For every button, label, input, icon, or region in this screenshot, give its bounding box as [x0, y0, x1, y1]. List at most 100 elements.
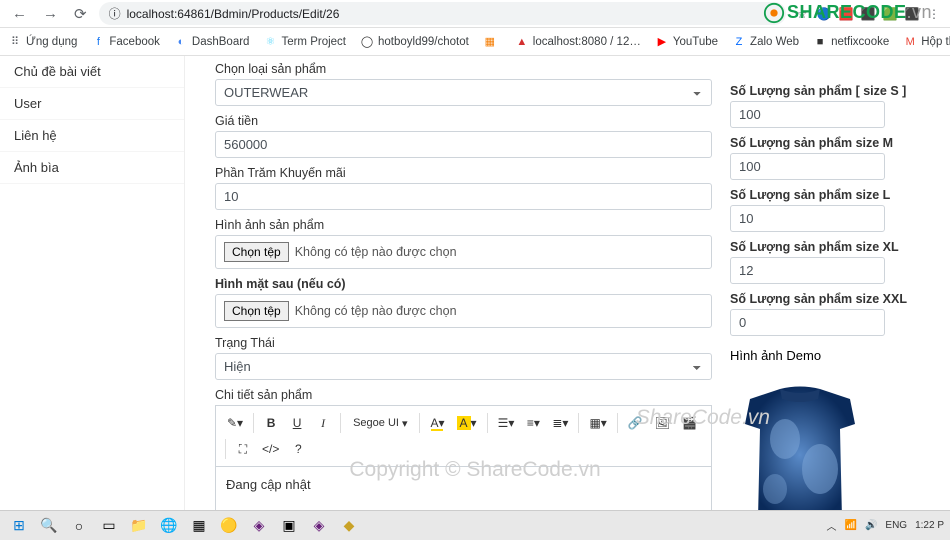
edge-icon[interactable]: 🌐 [156, 513, 182, 539]
bookmark-item[interactable]: M Hộp thư đến (37) -… [903, 35, 950, 49]
watermark-text: ShareCode.vn [636, 406, 770, 430]
sidebar-item[interactable]: Chủ đề bài viết [0, 56, 184, 88]
file-status: Không có tệp nào được chọn [295, 304, 457, 318]
font-select[interactable]: Segoe UI▾ [346, 411, 414, 435]
font-color-button[interactable]: A ▾ [425, 411, 449, 435]
address-bar[interactable]: ⓘ localhost:64861/Bdmin/Products/Edit/26 [99, 2, 786, 25]
bookmark-item[interactable]: ▦ [483, 35, 501, 49]
table-icon[interactable]: ▦▾ [584, 411, 611, 435]
bookmark-label: localhost:8080 / 12… [533, 36, 641, 48]
bold-button[interactable]: B [259, 411, 283, 435]
choose-file-button[interactable]: Chọn tệp [224, 242, 289, 262]
bookmarks-bar: ⠿ Ứng dụng f Facebook ◐ DashBoard ⚛Term Projec… [0, 28, 950, 56]
sidebar-item[interactable]: Ảnh bìa [0, 152, 184, 184]
system-tray[interactable]: ︿ 📶 🔊 ENG 1:22 P [827, 518, 945, 533]
type-select[interactable]: OUTERWEAR [215, 79, 712, 106]
bookmark-icon: M [903, 35, 917, 49]
explorer-icon[interactable]: 📁 [126, 513, 152, 539]
bookmark-item[interactable]: ◯ hotboyld99/chotot [360, 35, 469, 49]
bookmark-icon: f [91, 35, 105, 49]
size-xl-input[interactable] [730, 257, 885, 284]
price-input[interactable] [215, 131, 712, 158]
size-m-input[interactable] [730, 153, 885, 180]
bookmark-icon: ◯ [360, 35, 374, 49]
image-label: Hình ảnh sản phẩm [215, 218, 712, 232]
italic-button[interactable]: I [311, 411, 335, 435]
code-icon[interactable]: </> [257, 437, 284, 461]
detail-label: Chi tiết sản phẩm [215, 388, 712, 402]
app-icon[interactable]: ▣ [276, 513, 302, 539]
clock[interactable]: 1:22 P [915, 520, 944, 531]
forward-button[interactable]: → [39, 5, 62, 22]
app-icon[interactable]: ◆ [336, 513, 362, 539]
bookmark-label: Facebook [109, 36, 160, 48]
list-ol-icon[interactable]: ≡▾ [521, 411, 545, 435]
back-button[interactable]: ← [8, 5, 31, 22]
info-icon: ⓘ [109, 5, 121, 22]
size-l-label: Số Lượng sản phẩm size L [730, 188, 930, 202]
copyright-text: Copyright © ShareCode.vn [349, 458, 600, 482]
demo-image [730, 369, 870, 529]
bookmark-item[interactable]: ▲ localhost:8080 / 12… [515, 35, 641, 49]
size-s-label: Số Lượng sản phẩm [ size S ] [730, 84, 930, 98]
bookmark-icon: ▦ [483, 35, 497, 49]
bookmark-icon: ◐ [174, 35, 188, 49]
bookmark-item[interactable]: ▶YouTube [655, 35, 718, 49]
app-icon[interactable]: ▦ [186, 513, 212, 539]
align-icon[interactable]: ≣▾ [547, 411, 573, 435]
bookmark-label: netfixcooke [831, 36, 889, 48]
underline-button[interactable]: U [285, 411, 309, 435]
search-icon[interactable]: 🔍 [36, 513, 62, 539]
start-button[interactable]: ⊞ [6, 513, 32, 539]
size-s-input[interactable] [730, 101, 885, 128]
bookmark-label: Ứng dụng [26, 36, 77, 48]
chrome-icon[interactable]: 🟡 [216, 513, 242, 539]
price-label: Giá tiền [215, 114, 712, 128]
bookmark-label: Hộp thư đến (37) -… [921, 36, 950, 48]
bookmark-icon: ⠿ [8, 35, 22, 49]
bookmark-item[interactable]: ■ netfixcooke [813, 35, 889, 49]
volume-icon[interactable]: 🔊 [865, 520, 877, 531]
choose-file-button[interactable]: Chọn tệp [224, 301, 289, 321]
bookmark-label: Term Project [281, 36, 346, 48]
discount-input[interactable] [215, 183, 712, 210]
taskview-icon[interactable]: ▭ [96, 513, 122, 539]
tray-chevron-icon[interactable]: ︿ [827, 518, 837, 533]
list-ul-icon[interactable]: ☰▾ [493, 411, 520, 435]
size-l-input[interactable] [730, 205, 885, 232]
bookmark-item[interactable]: ⠿ Ứng dụng [8, 35, 77, 49]
image-back-label: Hình mặt sau (nếu có) [215, 277, 712, 291]
lang-indicator[interactable]: ENG [885, 520, 907, 531]
page-body: Chủ đề bài viếtUserLiên hệẢnh bìa Chọn l… [0, 56, 950, 510]
bookmark-label: DashBoard [192, 36, 250, 48]
status-select[interactable]: Hiện [215, 353, 712, 380]
fullscreen-icon[interactable]: ⛶ [231, 437, 255, 461]
bookmark-item[interactable]: ⚛Term Project [263, 35, 346, 49]
url-text: localhost:64861/Bdmin/Products/Edit/26 [127, 7, 340, 21]
vs-icon[interactable]: ◈ [246, 513, 272, 539]
cortana-icon[interactable]: ○ [66, 513, 92, 539]
stock-panel: Số Lượng sản phẩm [ size S ] Số Lượng sả… [730, 56, 950, 510]
vs-icon[interactable]: ◈ [306, 513, 332, 539]
bookmark-item[interactable]: Z Zalo Web [732, 35, 799, 49]
sidebar: Chủ đề bài viếtUserLiên hệẢnh bìa [0, 56, 185, 510]
bookmark-icon: ▲ [515, 35, 529, 49]
demo-label: Hình ảnh Demo [730, 348, 930, 363]
bookmark-item[interactable]: f Facebook [91, 35, 160, 49]
format-icon[interactable]: ✎▾ [222, 411, 248, 435]
sidebar-item[interactable]: Liên hệ [0, 120, 184, 152]
bookmark-label: YouTube [673, 36, 718, 48]
bookmark-label: Zalo Web [750, 36, 799, 48]
size-xxl-input[interactable] [730, 309, 885, 336]
wifi-icon[interactable]: 📶 [845, 520, 857, 531]
image-file-row: Chọn tệp Không có tệp nào được chọn [215, 235, 712, 269]
bookmark-icon: ■ [813, 35, 827, 49]
sidebar-item[interactable]: User [0, 88, 184, 120]
highlight-button[interactable]: A ▾ [452, 411, 482, 435]
bookmark-item[interactable]: ◐ DashBoard [174, 35, 250, 49]
help-icon[interactable]: ? [286, 437, 310, 461]
reload-button[interactable]: ⟳ [70, 5, 91, 23]
bookmark-icon: Z [732, 35, 746, 49]
brand-logo: SHARECODE.vn [763, 2, 932, 24]
bookmark-label: hotboyld99/chotot [378, 36, 469, 48]
